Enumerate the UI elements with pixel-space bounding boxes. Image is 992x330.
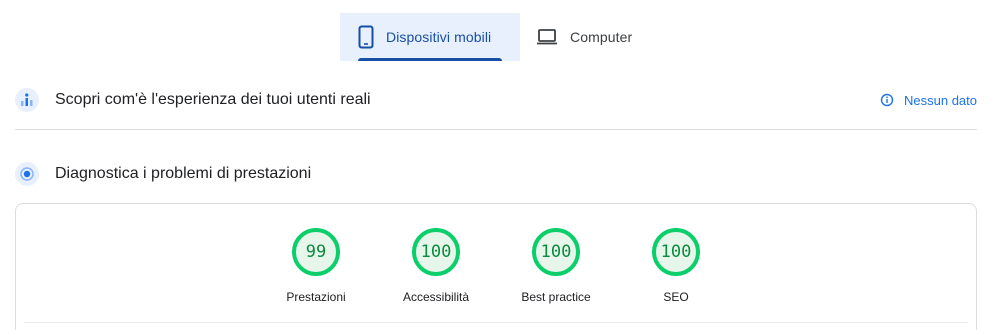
score-gauge-performance[interactable]: 99 Prestazioni — [266, 228, 366, 304]
smartphone-icon — [358, 25, 374, 49]
score-value: 99 — [305, 242, 327, 262]
score-value: 100 — [420, 242, 452, 262]
users-chart-icon — [15, 88, 39, 112]
score-ring: 100 — [532, 228, 580, 276]
score-value: 100 — [540, 242, 572, 262]
field-data-status[interactable]: Nessun dato — [880, 93, 977, 108]
pagespeed-report: Dispositivi mobili Computer Scopri com'è… — [0, 0, 992, 330]
score-label: SEO — [663, 290, 689, 304]
score-ring: 99 — [292, 228, 340, 276]
score-label: Best practice — [521, 290, 591, 304]
tab-desktop[interactable]: Computer — [520, 13, 650, 61]
lab-target-icon — [15, 162, 39, 186]
section-divider — [15, 129, 977, 130]
tab-desktop-label: Computer — [570, 29, 633, 45]
score-value: 100 — [660, 242, 692, 262]
score-label: Prestazioni — [286, 290, 346, 304]
diagnostics-section: Diagnostica i problemi di prestazioni — [15, 160, 977, 188]
tab-mobile[interactable]: Dispositivi mobili — [340, 13, 520, 61]
field-data-title: Scopri com'è l'esperienza dei tuoi utent… — [55, 91, 371, 108]
scores-card: 99 Prestazioni 100 Accessibilità 100 Bes… — [15, 203, 977, 330]
card-divider — [24, 322, 968, 323]
field-data-section: Scopri com'è l'esperienza dei tuoi utent… — [15, 86, 977, 114]
score-label: Accessibilità — [402, 290, 470, 304]
score-gauge-accessibility[interactable]: 100 Accessibilità — [386, 228, 486, 304]
info-icon — [880, 93, 894, 107]
diagnostics-title: Diagnostica i problemi di prestazioni — [55, 165, 312, 182]
score-ring: 100 — [412, 228, 460, 276]
tab-selected-indicator — [358, 58, 502, 61]
score-gauge-seo[interactable]: 100 SEO — [626, 228, 726, 304]
laptop-icon — [536, 28, 558, 46]
device-tabs: Dispositivi mobili Computer — [340, 13, 650, 61]
score-ring: 100 — [652, 228, 700, 276]
tab-mobile-label: Dispositivi mobili — [386, 29, 492, 45]
score-gauge-best-practices[interactable]: 100 Best practice — [506, 228, 606, 304]
field-data-status-label: Nessun dato — [904, 92, 977, 108]
